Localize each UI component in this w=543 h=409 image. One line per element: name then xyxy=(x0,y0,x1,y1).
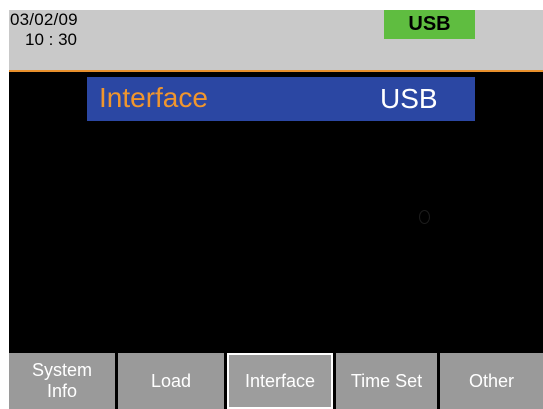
softkey-other[interactable]: Other xyxy=(440,353,543,409)
menu-item-label: Interface xyxy=(99,82,208,113)
menu-item-interface[interactable]: Interface USB xyxy=(87,77,475,121)
softkey-load[interactable]: Load xyxy=(118,353,224,409)
status-bar: 03/02/09 10 : 30 USB xyxy=(9,10,543,70)
date-display: 03/02/09 xyxy=(10,10,78,29)
softkey-bar: System Info Load Interface Time Set Othe… xyxy=(9,353,543,409)
cursor-icon xyxy=(419,210,430,224)
softkey-system-info[interactable]: System Info xyxy=(9,353,115,409)
instrument-display: 03/02/09 10 : 30 USB Interface USB Syste… xyxy=(9,10,543,409)
interface-status-badge: USB xyxy=(384,10,475,39)
time-display: 10 : 30 xyxy=(25,30,77,49)
softkey-interface[interactable]: Interface xyxy=(227,353,333,409)
softkey-time-set[interactable]: Time Set xyxy=(336,353,437,409)
menu-item-value[interactable]: USB xyxy=(380,77,438,121)
status-bar-divider xyxy=(9,70,543,72)
